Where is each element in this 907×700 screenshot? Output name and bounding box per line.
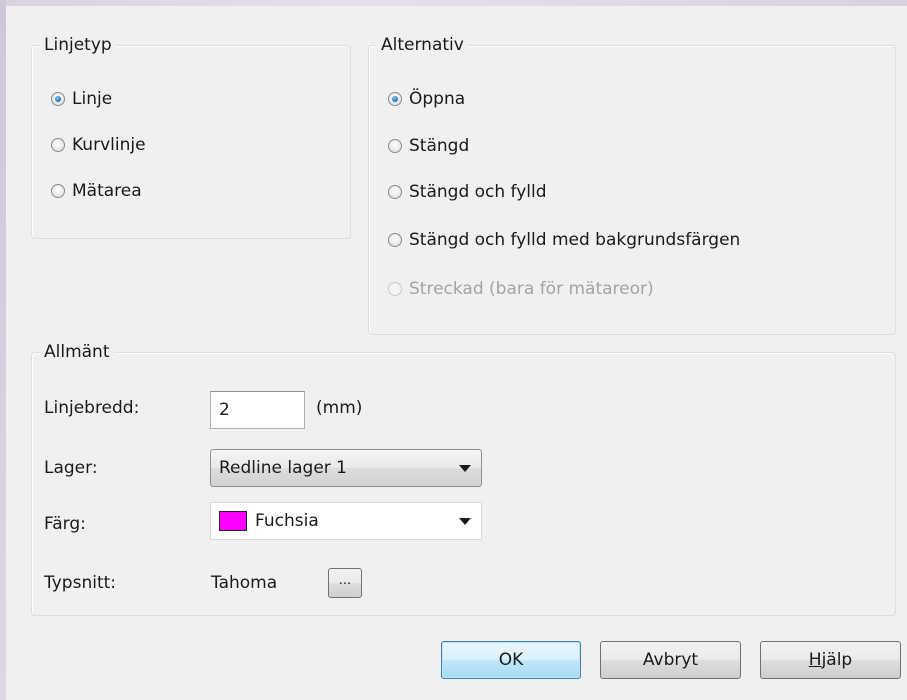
farg-select[interactable]: Fuchsia <box>210 502 482 540</box>
radio-stangd[interactable]: Stängd <box>388 136 469 156</box>
window-top-edge <box>0 0 907 6</box>
ok-button[interactable]: OK <box>441 641 581 679</box>
radio-kurvlinje[interactable]: Kurvlinje <box>51 135 146 155</box>
window-left-edge <box>0 0 6 700</box>
radio-stangd-fylld[interactable]: Stängd och fylld <box>388 182 547 202</box>
linjebredd-unit: (mm) <box>316 398 363 418</box>
linjetyp-group-title: Linjetyp <box>40 34 116 56</box>
avbryt-button[interactable]: Avbryt <box>600 641 741 679</box>
chevron-down-icon <box>459 518 471 525</box>
chevron-down-icon <box>459 465 471 472</box>
radio-streckad: Streckad (bara för mätareor) <box>388 279 654 299</box>
ellipsis-icon: ... <box>338 573 352 588</box>
radio-stangd-fylld-label: Stängd och fylld <box>409 182 547 202</box>
radio-streckad-label: Streckad (bara för mätareor) <box>409 279 654 299</box>
typsnitt-browse-button[interactable]: ... <box>328 568 362 598</box>
radio-matarea-label: Mätarea <box>72 181 142 201</box>
lager-label: Lager: <box>44 458 98 478</box>
radio-linje[interactable]: Linje <box>51 89 112 109</box>
linjebredd-input[interactable] <box>210 391 305 429</box>
radio-stangd-fylld-bakgrund[interactable]: Stängd och fylld med bakgrundsfärgen <box>388 230 740 250</box>
radio-stangd-fylld-bakgrund-button[interactable] <box>388 233 402 247</box>
radio-matarea-button[interactable] <box>51 184 65 198</box>
farg-select-value: Fuchsia <box>255 511 319 531</box>
radio-stangd-button[interactable] <box>388 139 402 153</box>
linjebredd-label: Linjebredd: <box>44 398 140 418</box>
lager-select-value: Redline lager 1 <box>219 458 347 478</box>
radio-streckad-button <box>388 282 402 296</box>
ok-button-label: OK <box>498 650 524 670</box>
typsnitt-value: Tahoma <box>211 573 278 593</box>
allmant-group-title: Allmänt <box>40 341 114 363</box>
radio-oppna-button[interactable] <box>388 92 402 106</box>
radio-stangd-label: Stängd <box>409 136 470 156</box>
radio-linje-button[interactable] <box>51 92 65 106</box>
radio-oppna-label: Öppna <box>409 89 466 109</box>
lager-select[interactable]: Redline lager 1 <box>210 449 482 487</box>
radio-kurvlinje-label: Kurvlinje <box>72 135 146 155</box>
hjalp-button-label: jälp <box>821 650 853 670</box>
hjalp-button[interactable]: Hjälp <box>760 641 901 679</box>
radio-linje-label: Linje <box>72 89 113 109</box>
avbryt-button-label: Avbryt <box>642 650 699 670</box>
radio-oppna[interactable]: Öppna <box>388 89 465 109</box>
radio-kurvlinje-button[interactable] <box>51 138 65 152</box>
alternativ-group-title: Alternativ <box>377 34 468 56</box>
color-swatch-icon <box>219 511 247 531</box>
radio-stangd-fylld-button[interactable] <box>388 185 402 199</box>
farg-label: Färg: <box>44 514 86 534</box>
typsnitt-label: Typsnitt: <box>44 573 117 593</box>
radio-stangd-fylld-bakgrund-label: Stängd och fylld med bakgrundsfärgen <box>409 230 741 250</box>
radio-matarea[interactable]: Mätarea <box>51 181 142 201</box>
hjalp-mnemonic: H <box>808 650 822 670</box>
